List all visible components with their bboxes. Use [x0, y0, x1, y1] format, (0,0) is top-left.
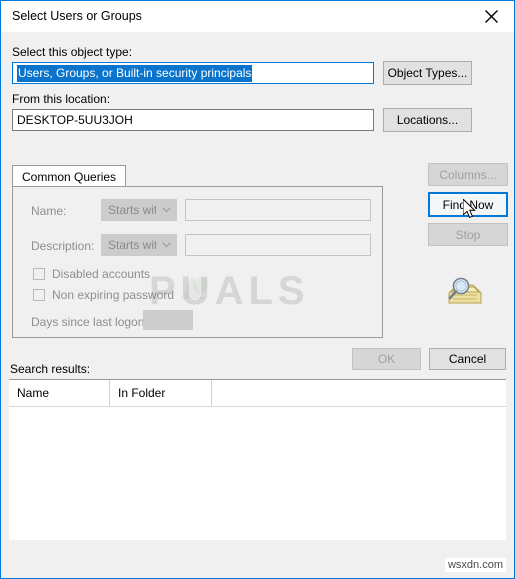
- object-types-button[interactable]: Object Types...: [383, 61, 472, 85]
- non-expiring-password-checkbox[interactable]: Non expiring password: [33, 288, 174, 302]
- search-folder-icon: [443, 273, 485, 311]
- location-label: From this location:: [12, 92, 111, 106]
- name-value-input[interactable]: [185, 199, 371, 221]
- object-type-input[interactable]: Users, Groups, or Built-in security prin…: [12, 62, 374, 84]
- name-operator-combo[interactable]: Starts with: [101, 199, 177, 221]
- object-type-value: Users, Groups, or Built-in security prin…: [17, 65, 253, 82]
- location-value: DESKTOP-5UU3JOH: [17, 113, 133, 127]
- columns-button[interactable]: Columns...: [428, 163, 508, 186]
- location-input[interactable]: DESKTOP-5UU3JOH: [12, 109, 374, 131]
- title-bar: Select Users or Groups: [1, 1, 514, 32]
- column-header-name[interactable]: Name: [9, 380, 110, 406]
- common-queries-panel: Name: Starts with Description: Starts wi…: [12, 186, 383, 338]
- search-results-label: Search results:: [10, 362, 91, 376]
- find-now-button[interactable]: Find Now: [428, 192, 508, 217]
- non-expiring-password-label: Non expiring password: [52, 288, 175, 302]
- disabled-accounts-checkbox[interactable]: Disabled accounts: [33, 267, 150, 281]
- list-header: Name In Folder: [9, 380, 506, 407]
- select-users-or-groups-dialog: Select Users or Groups Select this objec…: [0, 0, 515, 579]
- description-operator-combo[interactable]: Starts with: [101, 234, 177, 256]
- stop-button[interactable]: Stop: [428, 223, 508, 246]
- tab-strip: Common Queries: [12, 165, 383, 187]
- object-type-label: Select this object type:: [12, 45, 133, 59]
- list-body[interactable]: [9, 407, 506, 540]
- chevron-down-icon: [156, 242, 176, 248]
- search-results-list: Name In Folder: [9, 379, 506, 540]
- description-value-input[interactable]: [185, 234, 371, 256]
- ok-button[interactable]: OK: [352, 348, 421, 370]
- tab-common-queries[interactable]: Common Queries: [12, 165, 127, 187]
- name-operator-value: Starts with: [108, 203, 156, 217]
- days-since-last-logon-combo[interactable]: [143, 310, 193, 330]
- description-operator-value: Starts with: [108, 238, 156, 252]
- days-since-last-logon-label: Days since last logon:: [31, 315, 148, 329]
- checkbox-box: [33, 289, 45, 301]
- column-header-in-folder[interactable]: In Folder: [110, 380, 212, 406]
- close-icon[interactable]: [469, 1, 514, 31]
- column-header-filler[interactable]: [212, 380, 506, 406]
- locations-button[interactable]: Locations...: [383, 108, 472, 132]
- cancel-button[interactable]: Cancel: [429, 348, 506, 370]
- window-title: Select Users or Groups: [12, 9, 142, 23]
- disabled-accounts-label: Disabled accounts: [52, 267, 151, 281]
- name-label: Name:: [31, 204, 67, 218]
- description-label: Description:: [31, 239, 95, 253]
- checkbox-box: [33, 268, 45, 280]
- chevron-down-icon: [156, 207, 176, 213]
